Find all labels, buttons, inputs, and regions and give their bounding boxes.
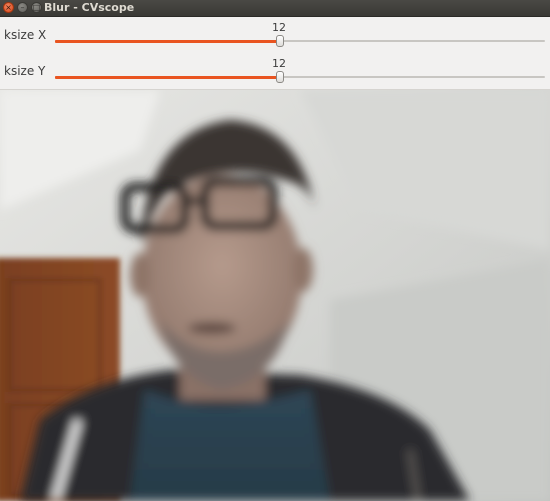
trackbar-value: 12 bbox=[272, 21, 286, 34]
camera-view bbox=[0, 90, 550, 501]
trackbar-ksize-x[interactable]: ksize X 12 bbox=[0, 17, 550, 53]
camera-frame-image bbox=[0, 90, 550, 501]
slider-track[interactable] bbox=[55, 71, 545, 83]
minimize-icon[interactable]: – bbox=[17, 2, 28, 13]
trackbar-value: 12 bbox=[272, 57, 286, 70]
window-title: Blur - CVscope bbox=[44, 1, 135, 14]
trackbar-panel: ksize X 12 ksize Y 12 bbox=[0, 17, 550, 90]
close-icon[interactable]: × bbox=[3, 2, 14, 13]
maximize-icon[interactable]: □ bbox=[31, 2, 42, 13]
trackbar-label: ksize Y bbox=[4, 64, 46, 78]
slider-handle[interactable] bbox=[276, 35, 285, 47]
slider-track[interactable] bbox=[55, 35, 545, 47]
slider-fill bbox=[55, 75, 281, 79]
trackbar-label: ksize X bbox=[4, 28, 47, 42]
trackbar-ksize-y[interactable]: ksize Y 12 bbox=[0, 53, 550, 89]
slider-handle[interactable] bbox=[276, 71, 285, 83]
close-glyph: × bbox=[5, 2, 12, 12]
slider-fill bbox=[55, 39, 281, 43]
title-bar: × – □ Blur - CVscope bbox=[0, 0, 550, 17]
maximize-glyph: □ bbox=[32, 2, 41, 12]
minimize-glyph: – bbox=[20, 2, 25, 12]
